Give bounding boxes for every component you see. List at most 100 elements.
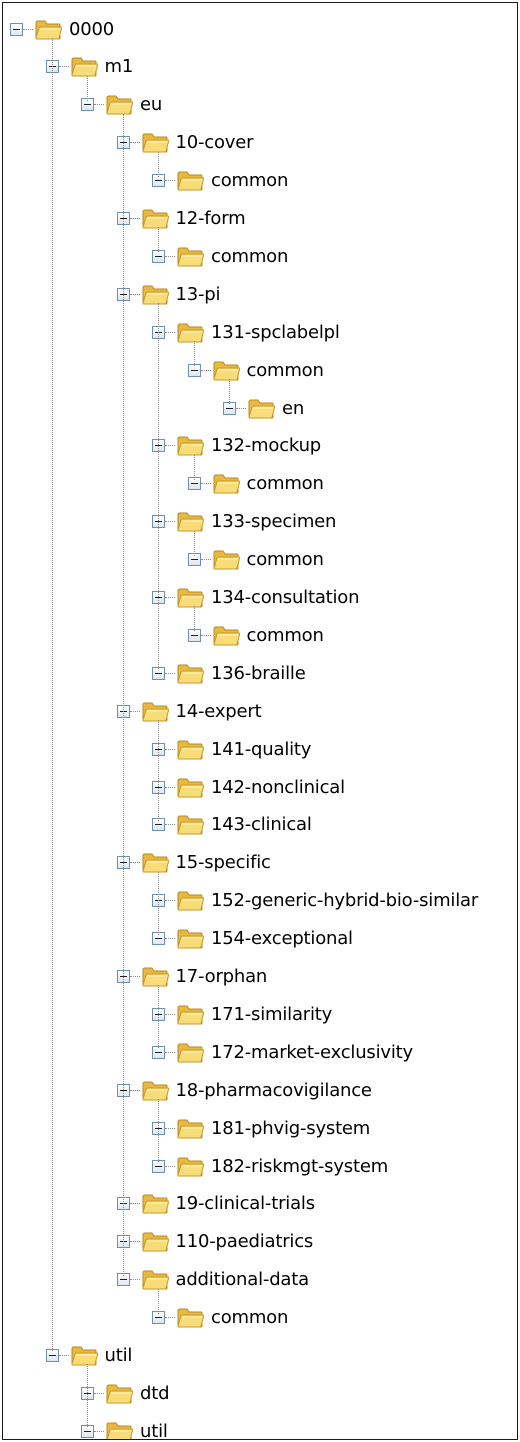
folder-icon (141, 852, 169, 873)
tree-node-label: 131-spclabelpl (211, 321, 340, 343)
tree-connector (236, 407, 246, 409)
tree-guide-line (158, 303, 159, 670)
folder-icon (177, 1004, 205, 1025)
tree-node[interactable]: 19-clinical-trials (116, 1187, 316, 1221)
folder-icon (141, 701, 169, 722)
tree-node[interactable]: 13-pi (116, 277, 221, 311)
folder-icon (141, 1231, 169, 1252)
folder-tree: 0000 m1 eu 10-cover common 12-form common 13-pi… (2, 2, 518, 1440)
folder-icon (35, 19, 63, 40)
folder-icon (177, 928, 205, 949)
tree-node[interactable]: common (187, 467, 324, 501)
tree-node-label: 133-specimen (211, 511, 337, 533)
tree-node[interactable]: dtd (81, 1376, 170, 1410)
tree-node[interactable]: common (152, 1301, 288, 1335)
tree-guide-line (193, 341, 195, 367)
tree-guide-line (229, 379, 230, 404)
folder-icon (141, 208, 169, 229)
tree-node-label: 141-quality (211, 738, 312, 760)
folder-icon (106, 94, 134, 115)
tree-node[interactable]: common (152, 164, 288, 198)
tree-node[interactable]: 132-mockup (152, 429, 321, 463)
tree-node-label: 172-market-exclusivity (211, 1041, 413, 1063)
tree-connector (200, 483, 211, 485)
tree-node[interactable]: common (152, 239, 288, 273)
folder-icon (177, 1118, 205, 1139)
tree-node[interactable]: 143-clinical (152, 808, 312, 842)
tree-node[interactable]: util (81, 1414, 168, 1439)
tree-node-label: 132-mockup (211, 435, 321, 457)
tree-connector (165, 938, 175, 940)
tree-connector (129, 976, 140, 977)
tree-node[interactable]: common (187, 543, 324, 577)
tree-connector (94, 104, 104, 106)
tree-node[interactable]: 172-market-exclusivity (152, 1035, 413, 1069)
tree-node[interactable]: 10-cover (116, 126, 254, 160)
folder-icon (70, 1345, 98, 1366)
tree-node[interactable]: 0000 (10, 12, 114, 46)
tree-node[interactable]: additional-data (116, 1263, 309, 1297)
folder-icon (177, 1042, 205, 1063)
tree-node[interactable]: 17-orphan (116, 960, 267, 994)
tree-guide-line (122, 113, 124, 1276)
tree-connector (94, 1430, 104, 1432)
tree-node-label: 10-cover (175, 132, 254, 154)
folder-icon (248, 398, 276, 419)
tree-connector (129, 862, 140, 864)
tree-connector (165, 672, 175, 674)
tree-connector (200, 559, 211, 561)
tree-connector (165, 331, 175, 333)
tree-node[interactable]: 110-paediatrics (116, 1225, 313, 1259)
tree-node[interactable]: 136-braille (152, 656, 306, 690)
tree-node[interactable]: 134-consultation (152, 581, 360, 615)
folder-icon (141, 1193, 169, 1214)
tree-node[interactable]: 15-specific (116, 846, 271, 880)
tree-node[interactable]: 182-riskmgt-system (152, 1149, 388, 1183)
folder-icon (141, 1269, 169, 1290)
tree-connector (165, 1051, 175, 1053)
tree-node[interactable]: 152-generic-hybrid-bio-similar (152, 884, 478, 918)
tree-node-label: common (246, 549, 324, 571)
tree-connector (23, 28, 33, 30)
tree-node[interactable]: 171-similarity (152, 997, 332, 1031)
folder-icon (177, 246, 205, 267)
tree-node-label: common (246, 624, 324, 646)
tree-node-label: dtd (140, 1382, 170, 1404)
tree-node[interactable]: 12-form (116, 202, 246, 236)
collapse-toggle-icon[interactable] (10, 22, 23, 36)
tree-node[interactable]: util (45, 1339, 132, 1373)
folder-icon (177, 739, 205, 760)
tree-node[interactable]: common (187, 353, 324, 387)
tree-node-label: common (211, 1307, 289, 1329)
tree-guide-line (193, 530, 195, 556)
tree-node[interactable]: 142-nonclinical (152, 770, 345, 804)
tree-node[interactable]: 18-pharmacovigilance (116, 1073, 372, 1107)
tree-guide-line (158, 985, 159, 1049)
folder-icon (141, 284, 169, 305)
tree-node-label: 14-expert (175, 700, 262, 722)
tree-connector (129, 710, 140, 712)
tree-node-label: 15-specific (175, 852, 271, 874)
folder-icon (70, 56, 98, 77)
folder-icon (177, 777, 205, 798)
tree-node[interactable]: common (187, 618, 324, 652)
tree-node[interactable]: 154-exceptional (152, 922, 353, 956)
tree-node[interactable]: 181-phvig-system (152, 1111, 370, 1145)
tree-node[interactable]: 133-specimen (152, 505, 336, 539)
tree-node[interactable]: m1 (45, 50, 133, 84)
tree-node-label: 19-clinical-trials (175, 1193, 316, 1215)
tree-node[interactable]: en (223, 391, 304, 425)
tree-connector (94, 1392, 104, 1394)
tree-connector (129, 293, 140, 295)
folder-icon (177, 170, 205, 191)
tree-node-label: 142-nonclinical (211, 776, 345, 798)
tree-connector (58, 66, 69, 68)
tree-node[interactable]: 131-spclabelpl (152, 315, 340, 349)
folder-icon (177, 663, 205, 684)
folder-icon (106, 1383, 134, 1404)
folder-icon (177, 814, 205, 835)
tree-node-label: en (282, 397, 305, 419)
tree-node[interactable]: 141-quality (152, 732, 311, 766)
tree-node[interactable]: 14-expert (116, 694, 262, 728)
tree-connector (165, 824, 175, 826)
